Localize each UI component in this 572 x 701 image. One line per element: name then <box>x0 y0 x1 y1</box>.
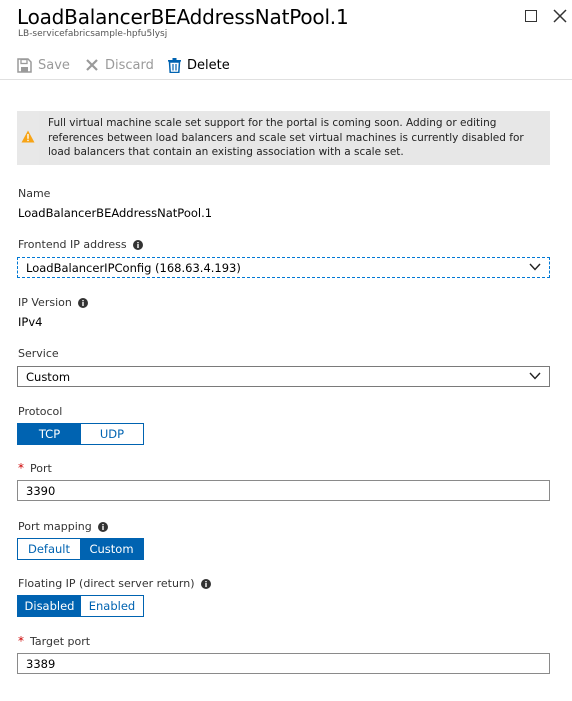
info-icon[interactable] <box>132 239 143 250</box>
ip-version-label-text: IP Version <box>18 296 72 309</box>
info-icon[interactable] <box>200 578 211 589</box>
required-marker: * <box>18 634 24 648</box>
protocol-label-text: Protocol <box>18 405 63 418</box>
save-icon <box>17 57 32 73</box>
port-mapping-label-text: Port mapping <box>18 520 92 533</box>
name-label-text: Name <box>18 187 51 200</box>
target-port-label: * Target port <box>18 634 90 648</box>
blade-header: LoadBalancerBEAddressNatPool.1 LB-servic… <box>0 0 572 44</box>
frontend-ip-select[interactable]: LoadBalancerIPConfig (168.63.4.193) <box>17 257 550 278</box>
info-banner: Full virtual machine scale set support f… <box>17 111 550 165</box>
trash-icon <box>168 57 181 73</box>
name-value: LoadBalancerBEAddressNatPool.1 <box>18 206 213 220</box>
discard-icon <box>86 59 98 71</box>
save-button[interactable]: Save <box>17 55 70 75</box>
name-label: Name <box>18 187 50 200</box>
protocol-option-udp[interactable]: UDP <box>81 424 143 444</box>
maximize-button[interactable] <box>523 8 539 24</box>
floating-ip-label-text: Floating IP (direct server return) <box>18 577 195 590</box>
frontend-ip-selected: LoadBalancerIPConfig (168.63.4.193) <box>26 261 241 275</box>
port-label-text: Port <box>30 461 52 475</box>
port-mapping-toggle: Default Custom <box>17 538 144 560</box>
required-marker: * <box>18 461 24 475</box>
page-title: LoadBalancerBEAddressNatPool.1 <box>17 5 349 29</box>
floating-ip-toggle: Disabled Enabled <box>17 595 144 617</box>
protocol-label: Protocol <box>18 405 62 418</box>
service-select[interactable]: Custom <box>17 366 550 387</box>
banner-text: Full virtual machine scale set support f… <box>48 117 524 158</box>
ip-version-value: IPv4 <box>18 315 43 329</box>
discard-label: Discard <box>105 57 154 73</box>
close-icon <box>553 9 567 23</box>
ip-version-label: IP Version <box>18 296 88 309</box>
delete-button[interactable]: Delete <box>168 55 230 75</box>
frontend-ip-label-text: Frontend IP address <box>18 238 127 251</box>
maximize-icon <box>525 10 537 22</box>
port-mapping-option-custom[interactable]: Custom <box>80 539 143 559</box>
floating-ip-label: Floating IP (direct server return) <box>18 577 211 590</box>
close-button[interactable] <box>552 8 568 24</box>
chevron-down-icon <box>529 372 541 380</box>
target-port-label-text: Target port <box>30 634 91 648</box>
port-mapping-option-default[interactable]: Default <box>18 539 80 559</box>
target-port-input[interactable] <box>17 653 550 674</box>
protocol-option-tcp[interactable]: TCP <box>18 424 81 444</box>
port-label: * Port <box>18 461 52 475</box>
frontend-ip-label: Frontend IP address <box>18 238 143 251</box>
delete-label: Delete <box>187 57 230 73</box>
info-icon[interactable] <box>97 521 108 532</box>
floating-ip-option-disabled[interactable]: Disabled <box>18 596 81 616</box>
port-input[interactable] <box>17 480 550 501</box>
protocol-toggle: TCP UDP <box>17 423 144 445</box>
port-mapping-label: Port mapping <box>18 520 108 533</box>
command-bar: Save Discard Delete <box>0 50 572 80</box>
warning-icon <box>21 130 35 143</box>
info-icon[interactable] <box>77 297 88 308</box>
service-selected: Custom <box>26 370 71 384</box>
save-label: Save <box>38 57 70 73</box>
service-label: Service <box>18 347 59 360</box>
banner-icon-area <box>17 111 39 165</box>
discard-button[interactable]: Discard <box>85 55 154 75</box>
page-subtitle: LB-servicefabricsample-hpfu5lysj <box>18 29 168 39</box>
chevron-down-icon <box>529 263 541 271</box>
floating-ip-option-enabled[interactable]: Enabled <box>81 596 143 616</box>
service-label-text: Service <box>18 347 59 360</box>
